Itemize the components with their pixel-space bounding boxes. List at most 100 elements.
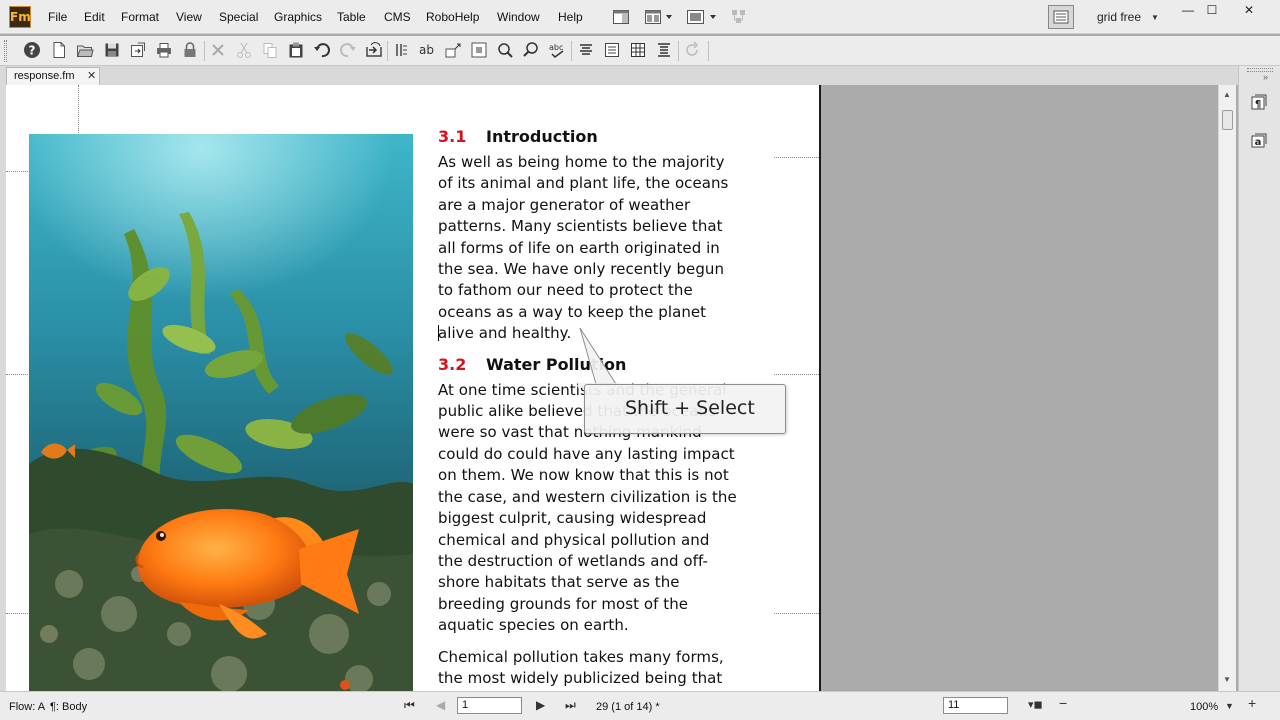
redo-icon[interactable] [339,41,357,59]
scroll-thumb[interactable] [1222,110,1233,130]
menu-cms[interactable]: CMS [384,10,411,24]
text-line: oceans as a way to keep the planet [438,302,707,321]
text-line: could do could have any lasting impact [438,444,735,463]
help-icon[interactable]: ? [23,41,41,59]
text-line: to fathom our need to protect the [438,281,693,300]
paragraph-catalog-icon[interactable]: ¶ [1249,92,1269,112]
menu-view[interactable]: View [176,10,202,24]
toolbar-separator [387,41,388,61]
scroll-down-icon[interactable]: ▼ [1223,675,1231,684]
text-line: As well as being home to the majority [438,153,725,171]
workspace-switcher-icon[interactable] [1048,5,1074,29]
lock-icon[interactable] [181,41,199,59]
close-window-button[interactable]: ✕ [1232,1,1266,19]
zoom-value-input[interactable]: 11 [943,697,1008,714]
thesaurus-icon[interactable]: abc [548,41,566,59]
zoom-level[interactable]: 100% [1190,701,1218,713]
toggle-panels-icon[interactable] [612,8,630,26]
zoom-out-icon[interactable]: − [1059,695,1067,711]
insert-table-icon[interactable] [655,41,673,59]
open-icon[interactable] [76,41,94,59]
spelling-icon[interactable]: ab [418,41,436,59]
screen-mode-icon[interactable] [686,8,718,26]
paste-icon[interactable] [287,41,305,59]
new-icon[interactable] [50,41,68,59]
import-icon[interactable] [365,41,383,59]
toolbar-separator [571,41,572,61]
text-line: the sea. We have only recently begun [438,260,725,279]
zoom-in-icon[interactable]: + [1248,695,1256,711]
menu-window[interactable]: Window [497,10,540,24]
zoom-dropdown-icon[interactable]: ▼ [1225,701,1234,711]
text-line: shore habitats that serve as the [438,573,680,592]
underwater-fish-image[interactable] [29,134,413,691]
framemaker-logo-icon: Fm [9,6,31,28]
chevron-down-icon[interactable]: ▼ [1151,13,1159,22]
character-designer-icon[interactable] [470,41,488,59]
table-icon[interactable] [629,41,647,59]
track-changes-icon[interactable] [392,41,410,59]
save-as-icon[interactable] [129,41,147,59]
cut-icon[interactable] [235,41,253,59]
collapse-dock-icon[interactable]: » [1263,72,1268,82]
previous-page-icon[interactable]: ◀ [436,698,445,712]
menu-format[interactable]: Format [121,10,159,24]
menu-special[interactable]: Special [219,10,258,24]
menu-edit[interactable]: Edit [84,10,105,24]
main-toolbar: ? ab abc [0,36,1280,66]
toolbar-grip[interactable] [4,40,7,62]
text-line: on them. We now know that this is not [438,466,729,485]
align-justify-icon[interactable] [603,41,621,59]
flow-status: Flow: A [9,701,46,713]
print-icon[interactable] [155,41,173,59]
menu-graphics[interactable]: Graphics [274,10,322,24]
save-icon[interactable] [103,41,121,59]
copy-icon[interactable] [261,41,279,59]
paragraph-designer-icon[interactable] [444,41,462,59]
undo-icon[interactable] [313,41,331,59]
toolbar-separator [204,41,205,61]
heading-number: 3.1 [438,127,467,146]
heading-number: 3.2 [438,354,467,374]
delete-icon[interactable] [209,41,227,59]
text-line: all forms of life on earth originated in [438,238,720,257]
next-page-icon[interactable]: ▶ [536,698,545,712]
row-guide [774,613,819,614]
workspace-name[interactable]: grid free [1097,10,1141,24]
body-paragraph[interactable]: As well as being home to the majority of… [438,152,768,345]
view-options-icon[interactable]: ▾◼ [1028,698,1043,711]
shortcut-callout: Shift + Select [584,384,786,434]
status-bar: Flow: A ¶: Body ⏮ ◀ 1 ▶ ⏭ 29 (1 of 14) *… [0,691,1280,720]
svg-text:abc: abc [549,43,563,52]
paragraph-tag-status[interactable]: ¶: Body [50,701,87,713]
maximize-button[interactable]: ☐ [1195,1,1229,19]
heading-title: Introduction [486,127,598,146]
svg-text:a: a [1255,137,1262,148]
page-number-input[interactable]: 1 [457,697,522,714]
zoom-icon[interactable] [522,41,540,59]
character-catalog-icon[interactable]: a [1249,130,1269,150]
menu-table[interactable]: Table [337,10,366,24]
align-center-icon[interactable] [577,41,595,59]
first-page-icon[interactable]: ⏮ [404,698,415,713]
text-line: biggest culprit, causing widespread [438,509,707,528]
scroll-up-icon[interactable]: ▲ [1223,90,1231,99]
refresh-icon[interactable] [683,41,701,59]
vertical-scrollbar[interactable]: ▲ ▼ [1218,85,1236,691]
layout-menu-icon[interactable] [644,8,674,26]
text-line: Chemical pollution takes many forms, [438,647,724,666]
body-paragraph[interactable]: Chemical pollution takes many forms, the… [438,647,768,690]
menu-help[interactable]: Help [558,10,583,24]
menu-robohelp[interactable]: RoboHelp [426,10,479,24]
find-icon[interactable] [496,41,514,59]
menu-file[interactable]: File [48,10,67,24]
heading-section-3-1[interactable]: 3.1 Introduction [438,127,768,149]
row-guide [6,374,30,375]
last-page-icon[interactable]: ⏭ [565,698,576,713]
text-line: chemical and physical pollution and [438,530,710,549]
dock-grip[interactable] [1247,68,1273,72]
tab-response-fm[interactable]: response.fm ✕ [6,67,100,85]
page-info: 29 (1 of 14) * [596,701,660,713]
tab-close-icon[interactable]: ✕ [87,69,96,82]
arrange-icon[interactable] [731,8,747,26]
